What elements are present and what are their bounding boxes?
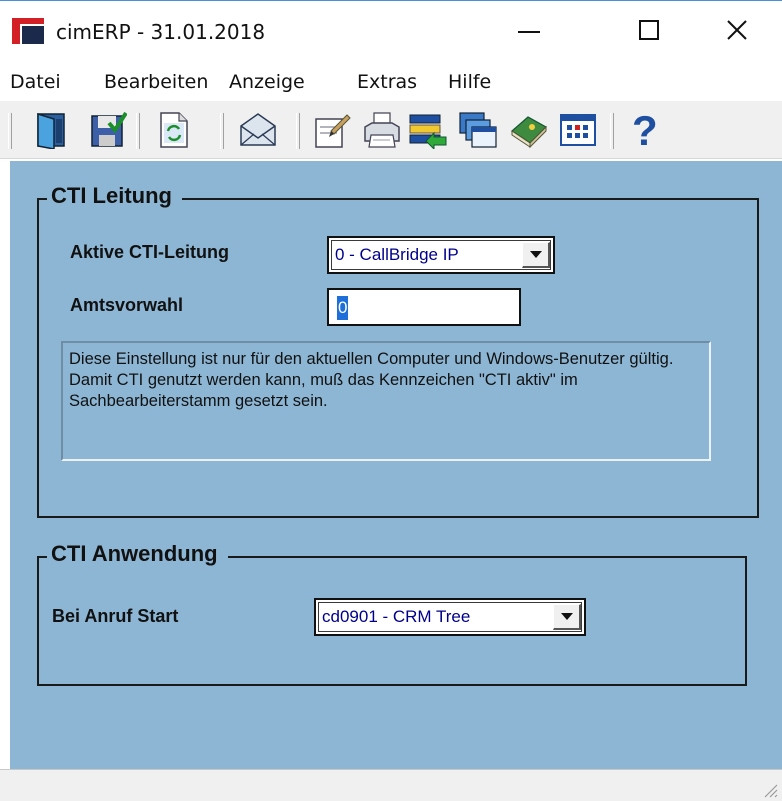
- windows-icon: [459, 112, 497, 148]
- on-call-value: cd0901 - CRM Tree: [322, 607, 471, 626]
- main-panel: CTI Leitung Aktive CTI-Leitung 0 - CallB…: [10, 161, 782, 769]
- svg-text:?: ?: [632, 109, 658, 151]
- maximize-button[interactable]: [626, 9, 672, 51]
- book-button[interactable]: [506, 109, 550, 151]
- window-title: cimERP - 31.01.2018: [56, 20, 266, 44]
- cti-app-group-title: CTI Anwendung: [47, 541, 228, 567]
- save-icon: [91, 111, 127, 147]
- help-icon: ?: [632, 109, 658, 151]
- status-bar: [0, 769, 782, 801]
- notes-icon: [315, 114, 351, 148]
- mail-button[interactable]: [236, 109, 280, 151]
- mail-icon: [240, 113, 276, 146]
- print-button[interactable]: [360, 109, 404, 151]
- import-icon: [409, 114, 447, 149]
- prefix-label: Amtsvorwahl: [70, 295, 184, 315]
- toolbar: ?: [0, 101, 782, 159]
- calendar-icon: [560, 114, 596, 146]
- menu-bar: Datei Bearbeiten Anzeige Extras Hilfe: [0, 63, 782, 99]
- active-line-value: 0 - CallBridge IP: [335, 245, 459, 264]
- chevron-down-icon: [529, 251, 542, 258]
- save-button[interactable]: [86, 109, 130, 151]
- print-icon: [364, 112, 400, 148]
- menu-hilfe[interactable]: Hilfe: [448, 71, 491, 93]
- toolbar-separator: [610, 113, 614, 149]
- on-call-select[interactable]: cd0901 - CRM Tree: [314, 598, 586, 636]
- prefix-input[interactable]: 0: [327, 288, 521, 326]
- minimize-icon: [518, 31, 540, 33]
- minimize-button[interactable]: [506, 9, 552, 51]
- windows-button[interactable]: [456, 109, 500, 151]
- close-button[interactable]: [714, 9, 760, 51]
- toolbar-separator: [220, 113, 224, 149]
- app-logo-icon: [12, 18, 44, 44]
- menu-extras[interactable]: Extras: [357, 71, 417, 93]
- refresh-icon: [160, 112, 188, 148]
- menu-datei[interactable]: Datei: [10, 71, 61, 93]
- active-line-dropdown-button[interactable]: [522, 242, 550, 268]
- on-call-label: Bei Anruf Start: [52, 606, 179, 626]
- app-window: cimERP - 31.01.2018 Datei Bearbeiten Anz…: [0, 0, 782, 801]
- info-text: Diese Einstellung ist nur für den aktuel…: [61, 341, 711, 461]
- maximize-icon: [639, 20, 659, 40]
- resize-grip-icon[interactable]: [760, 780, 778, 798]
- menu-bearbeiten[interactable]: Bearbeiten: [104, 71, 208, 93]
- toolbar-separator: [136, 113, 140, 149]
- on-call-dropdown-button[interactable]: [553, 604, 581, 630]
- exit-button[interactable]: [30, 109, 74, 151]
- exit-door-icon: [37, 112, 65, 149]
- cti-app-group: CTI Anwendung Bei Anruf Start cd0901 - C…: [37, 541, 747, 686]
- toolbar-grip[interactable]: [8, 113, 12, 149]
- import-button[interactable]: [406, 109, 450, 151]
- title-bar[interactable]: cimERP - 31.01.2018: [0, 1, 782, 61]
- book-icon: [511, 116, 547, 149]
- menu-anzeige[interactable]: Anzeige: [229, 71, 305, 93]
- toolbar-separator: [296, 113, 300, 149]
- chevron-down-icon: [560, 613, 573, 620]
- cti-line-group: CTI Leitung Aktive CTI-Leitung 0 - CallB…: [37, 183, 759, 518]
- left-edge: [0, 161, 10, 769]
- prefix-value: 0: [337, 296, 349, 320]
- calendar-button[interactable]: [556, 109, 600, 151]
- active-line-label: Aktive CTI-Leitung: [70, 242, 230, 262]
- cti-line-group-title: CTI Leitung: [47, 183, 182, 209]
- help-button[interactable]: ?: [624, 109, 668, 151]
- active-line-select[interactable]: 0 - CallBridge IP: [327, 236, 555, 274]
- refresh-button[interactable]: [152, 109, 196, 151]
- notes-button[interactable]: [310, 109, 354, 151]
- close-icon: [727, 20, 747, 40]
